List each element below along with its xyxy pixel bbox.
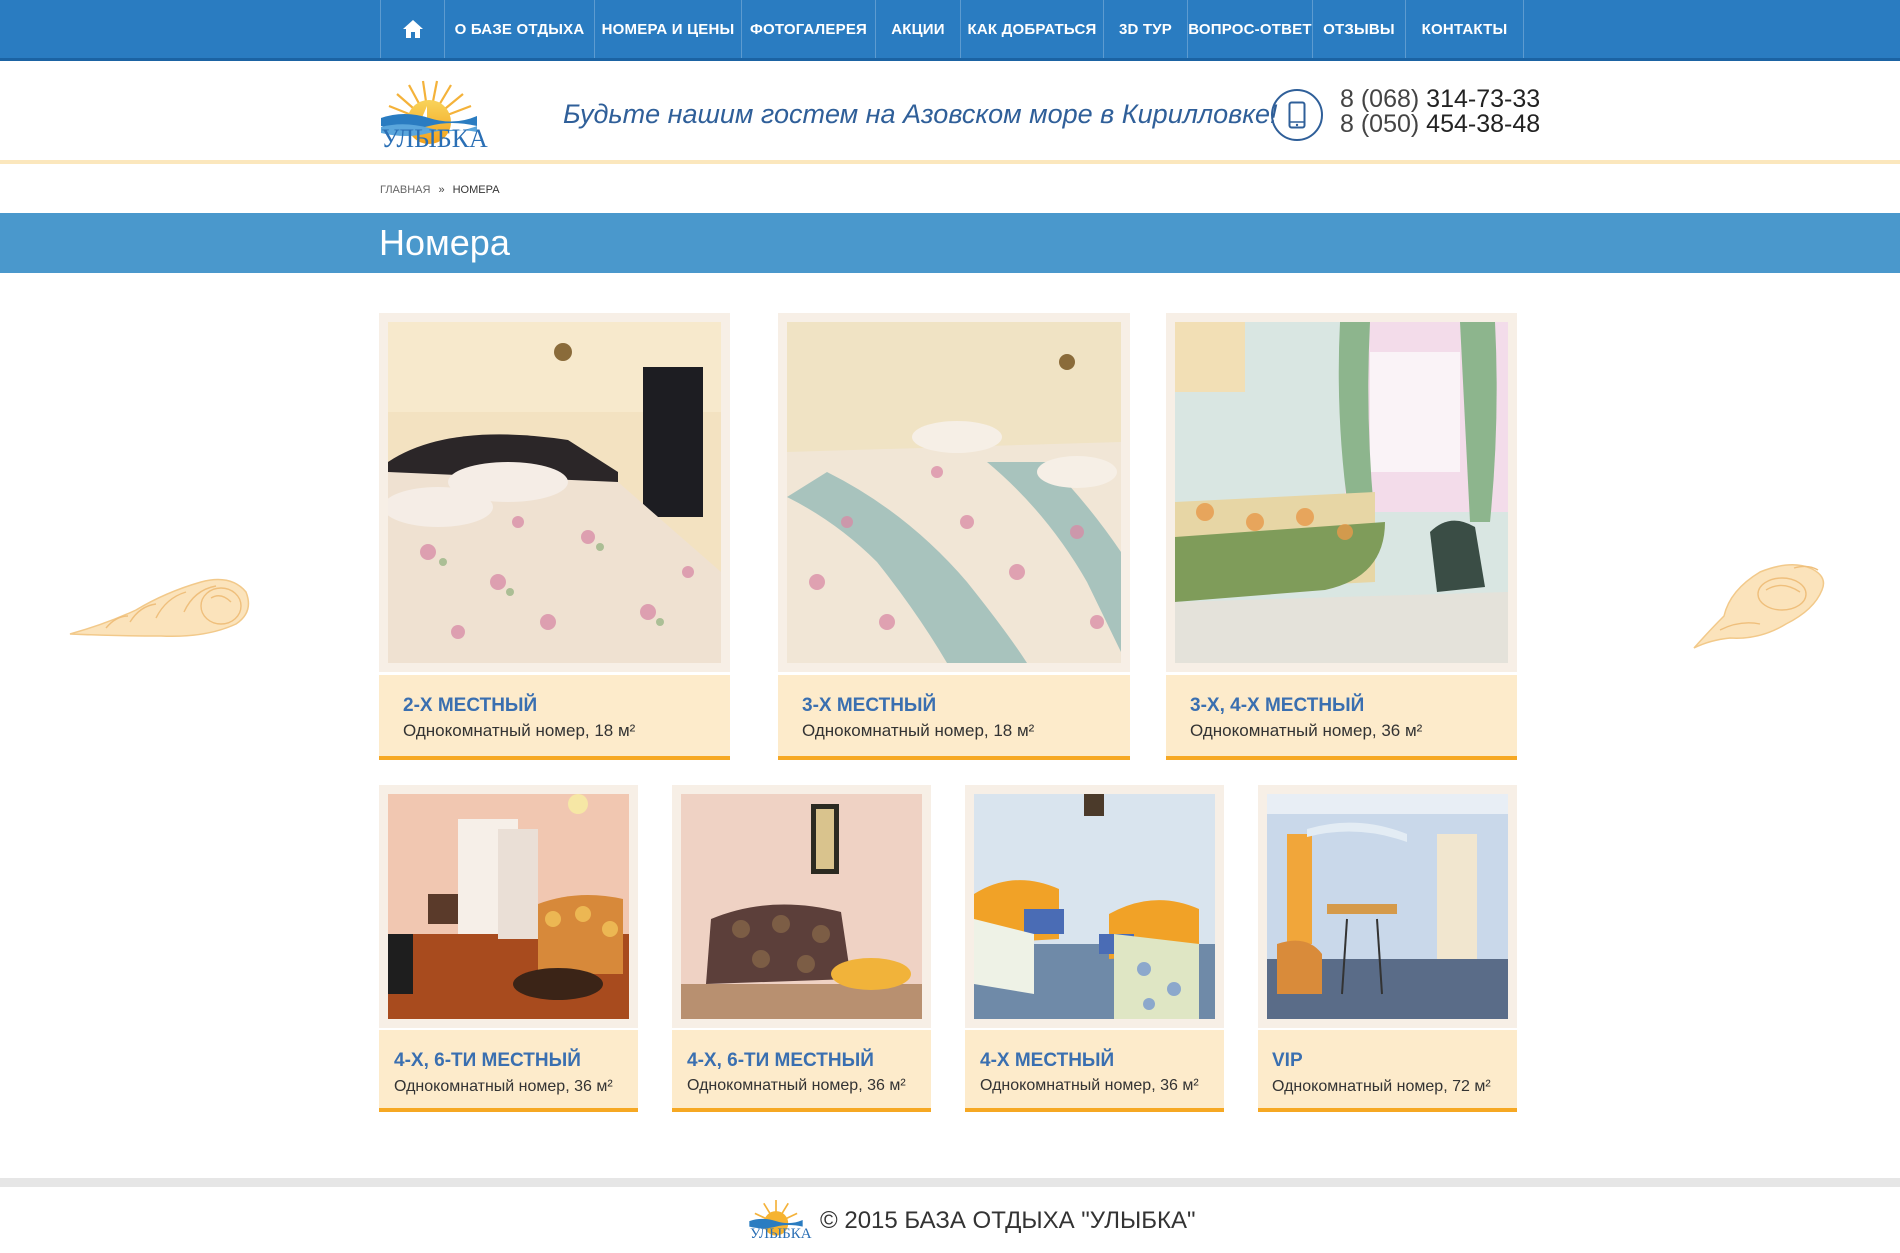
room-photo[interactable] (379, 313, 730, 672)
nav-item-directions[interactable]: КАК ДОБРАТЬСЯ (961, 0, 1104, 58)
nav-item-rooms-prices[interactable]: НОМЕРА И ЦЕНЫ (595, 0, 742, 58)
room-info: 3-Х, 4-Х МЕСТНЫЙ Однокомнатный номер, 36… (1166, 675, 1517, 760)
main-menu: О БАЗЕ ОТДЫХА НОМЕРА И ЦЕНЫ ФОТОГАЛЕРЕЯ … (380, 0, 1524, 58)
room-name[interactable]: 2-Х МЕСТНЫЙ (403, 695, 537, 717)
room-description: Однокомнатный номер, 72 м² (1272, 1078, 1491, 1095)
breadcrumb-home-link[interactable]: ГЛАВНАЯ (380, 184, 430, 196)
room-card-4-6-bed-2[interactable]: 4-Х, 6-ТИ МЕСТНЫЙ Однокомнатный номер, 3… (672, 785, 931, 1112)
header-divider (0, 160, 1900, 164)
room-photo[interactable] (1258, 785, 1517, 1028)
nav-item-reviews[interactable]: ОТЗЫВЫ (1313, 0, 1406, 58)
phone-2[interactable]: 8 (050) 454-38-48 (1340, 112, 1540, 137)
mobile-phone-icon (1271, 89, 1323, 141)
room-photo-image (388, 794, 629, 1019)
room-photo-image (681, 794, 922, 1019)
page-title: Номера (379, 222, 510, 263)
room-description: Однокомнатный номер, 36 м² (1190, 721, 1423, 740)
home-icon (402, 20, 423, 38)
room-info: 2-Х МЕСТНЫЙ Однокомнатный номер, 18 м² (379, 675, 730, 760)
room-photo[interactable] (672, 785, 931, 1028)
room-info: 4-Х, 6-ТИ МЕСТНЫЙ Однокомнатный номер, 3… (672, 1030, 931, 1112)
room-name[interactable]: 4-Х, 6-ТИ МЕСТНЫЙ (394, 1050, 581, 1072)
room-description: Однокомнатный номер, 36 м² (394, 1078, 613, 1095)
room-photo[interactable] (1166, 313, 1517, 672)
room-photo-image (1175, 322, 1508, 663)
nav-item-promotions[interactable]: АКЦИИ (876, 0, 961, 58)
room-name[interactable]: 4-Х, 6-ТИ МЕСТНЫЙ (687, 1050, 874, 1072)
room-card-3-bed[interactable]: 3-Х МЕСТНЫЙ Однокомнатный номер, 18 м² (778, 313, 1130, 760)
header-slogan: Будьте нашим гостем на Азовском море в К… (563, 99, 1278, 129)
room-photo[interactable] (778, 313, 1130, 672)
nav-item-3d-tour[interactable]: 3D ТУР (1104, 0, 1188, 58)
room-photo-image (787, 322, 1121, 663)
room-info: VIP Однокомнатный номер, 72 м² (1258, 1030, 1517, 1112)
top-navigation: О БАЗЕ ОТДЫХА НОМЕРА И ЦЕНЫ ФОТОГАЛЕРЕЯ … (0, 0, 1900, 61)
page-title-bar: Номера (0, 213, 1900, 273)
room-description: Однокомнатный номер, 18 м² (802, 721, 1035, 740)
room-description: Однокомнатный номер, 36 м² (980, 1077, 1199, 1094)
room-card-vip[interactable]: VIP Однокомнатный номер, 72 м² (1258, 785, 1517, 1112)
room-description: Однокомнатный номер, 18 м² (403, 721, 636, 740)
room-photo-image (388, 322, 721, 663)
breadcrumb-current: НОМЕРА (452, 184, 500, 196)
room-card-3-4-bed[interactable]: 3-Х, 4-Х МЕСТНЫЙ Однокомнатный номер, 36… (1166, 313, 1517, 760)
footer-logo-text: УЛЫБКА (750, 1226, 812, 1242)
breadcrumb-separator: » (438, 184, 445, 196)
room-photo[interactable] (965, 785, 1224, 1028)
seashell-right-icon (1693, 564, 1825, 649)
room-name[interactable]: 3-Х МЕСТНЫЙ (802, 695, 936, 717)
room-photo[interactable] (379, 785, 638, 1028)
phone-1[interactable]: 8 (068) 314-73-33 (1340, 87, 1540, 112)
room-card-4-bed[interactable]: 4-Х МЕСТНЫЙ Однокомнатный номер, 36 м² (965, 785, 1224, 1112)
breadcrumb: ГЛАВНАЯ » НОМЕРА (380, 184, 500, 196)
footer-divider (0, 1178, 1900, 1187)
room-info: 4-Х, 6-ТИ МЕСТНЫЙ Однокомнатный номер, 3… (379, 1030, 638, 1112)
seashell-left-icon (69, 578, 250, 637)
nav-item-gallery[interactable]: ФОТОГАЛЕРЕЯ (742, 0, 876, 58)
room-photo-image (1267, 794, 1508, 1019)
logo-text: УЛЫБКА (381, 124, 488, 153)
copyright: © 2015 БАЗА ОТДЫХА "УЛЫБКА" (820, 1207, 1196, 1234)
room-info: 4-Х МЕСТНЫЙ Однокомнатный номер, 36 м² (965, 1030, 1224, 1112)
room-card-2-bed[interactable]: 2-Х МЕСТНЫЙ Однокомнатный номер, 18 м² (379, 313, 730, 760)
nav-item-faq[interactable]: ВОПРОС-ОТВЕТ (1188, 0, 1313, 58)
room-name[interactable]: 4-Х МЕСТНЫЙ (980, 1050, 1114, 1072)
room-photo-image (974, 794, 1215, 1019)
nav-item-about[interactable]: О БАЗЕ ОТДЫХА (445, 0, 595, 58)
nav-home-button[interactable] (381, 0, 445, 58)
room-name[interactable]: 3-Х, 4-Х МЕСТНЫЙ (1190, 695, 1364, 717)
room-info: 3-Х МЕСТНЫЙ Однокомнатный номер, 18 м² (778, 675, 1130, 760)
nav-item-contacts[interactable]: КОНТАКТЫ (1406, 0, 1524, 58)
room-description: Однокомнатный номер, 36 м² (687, 1077, 906, 1094)
room-card-4-6-bed[interactable]: 4-Х, 6-ТИ МЕСТНЫЙ Однокомнатный номер, 3… (379, 785, 638, 1112)
room-name[interactable]: VIP (1272, 1050, 1303, 1072)
phone-numbers: 8 (068) 314-73-33 8 (050) 454-38-48 (1340, 87, 1540, 137)
